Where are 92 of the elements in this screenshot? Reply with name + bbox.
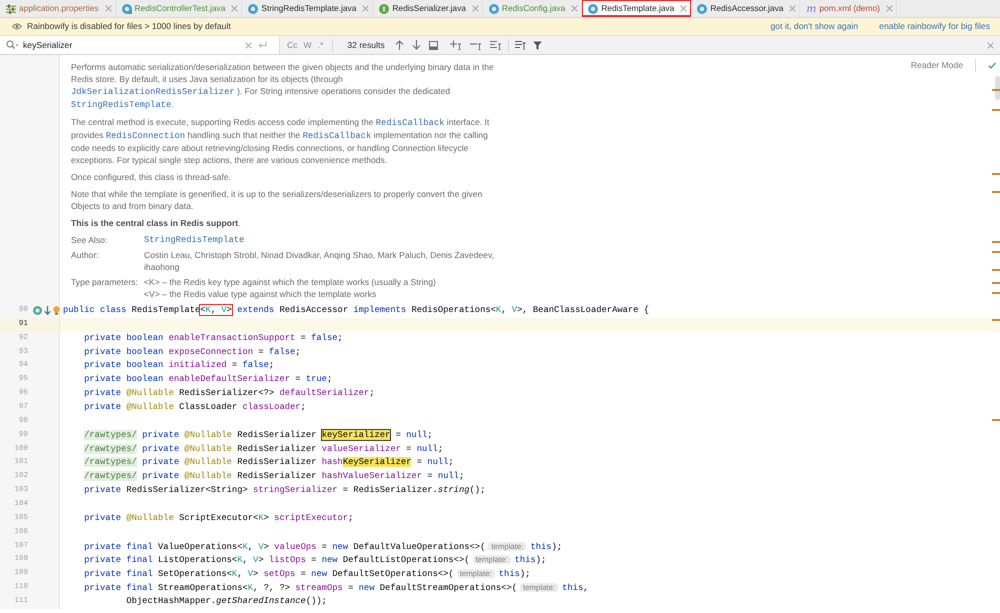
doc-link[interactable]: StringRedisTemplate	[71, 100, 172, 110]
code-line: private RedisSerializer<String> stringSerializer = RedisSerializer.string();	[84, 485, 486, 496]
doc-link[interactable]: RedisCallback	[376, 118, 444, 128]
return-arrow-icon[interactable]	[258, 41, 267, 49]
code-line: private @Nullable ClassLoader classLoader;	[84, 402, 306, 412]
circle-icon[interactable]	[33, 306, 42, 316]
reader-mode-toggle[interactable]: Reader Mode	[910, 60, 963, 71]
doc-link[interactable]: JdkSerializationRedisSerializer	[71, 87, 235, 97]
result-count: 32 results	[347, 40, 385, 50]
doc-tag-value: Costin Leau, Christoph Strobl, Ninad Divadkar, Anqing Shao, Mark Paluch, Denis Zavedeev, ihaohong	[144, 249, 495, 273]
banner-link[interactable]: got it, don't show again	[770, 21, 858, 32]
doc-link[interactable]: RedisConnection	[106, 131, 186, 141]
doc-tag-value: <K> – the Redis key type against which the template works (usually a String)	[144, 276, 436, 288]
scroll-marker	[992, 109, 1000, 111]
doc-link[interactable]: RedisCallback	[302, 131, 372, 141]
doc-paragraph: This is the central class in Redis support.	[71, 217, 242, 229]
scroll-marker	[992, 282, 1000, 284]
search-field[interactable]: keySerializer	[19, 38, 245, 52]
doc-link[interactable]: StringRedisTemplate	[144, 234, 244, 246]
close-icon[interactable]	[789, 5, 796, 12]
code-line: public class RedisTemplate<K, V> extends RedisAccessor implements RedisOperations<K, V>, BeanClassLoaderAware {	[63, 305, 650, 315]
close-icon[interactable]	[680, 5, 688, 12]
clear-icon[interactable]	[245, 42, 252, 48]
circle-icon	[588, 4, 598, 14]
code-line: /rawtypes/ private @Nullable RedisSerializer keySerializer = null;	[84, 430, 433, 440]
circle-icon	[248, 4, 258, 14]
doc-paragraph: Once configured, this class is thread-safe.	[71, 171, 232, 183]
scroll-marker	[992, 173, 1000, 175]
doc-paragraph: Note that while the template is generified, it is up to the serializers/deserializers to properly convert the given Objects to and from binary data.	[71, 188, 484, 212]
scroll-marker	[992, 191, 1000, 193]
banner-link[interactable]: enable rainbowify for big files	[879, 21, 990, 32]
arrow-down-icon[interactable]	[44, 306, 51, 316]
scroll-marker	[992, 251, 1000, 253]
editor-tab[interactable]: RedisAccessor.java	[691, 0, 800, 17]
search-option-button[interactable]: W	[300, 39, 315, 51]
doc-tag-label: Type parameters:	[71, 276, 138, 289]
square-icon[interactable]	[428, 40, 438, 50]
lightbulb-icon[interactable]	[53, 306, 60, 316]
code-line: private boolean initialized = false;	[84, 360, 274, 370]
banner-message: Rainbowify is disabled for files > 1000 lines by default	[27, 21, 231, 32]
circle-icon	[697, 4, 708, 14]
scroll-marker	[992, 89, 1000, 91]
code-line: /rawtypes/ private @Nullable RedisSerializer hashValueSerializer = null;	[84, 471, 464, 482]
close-icon[interactable]	[362, 5, 370, 12]
editor-tab[interactable]: m pom.xml (demo)	[800, 0, 897, 17]
scrollbar-thumb[interactable]	[995, 76, 1000, 100]
code-line: private boolean enableTransactionSupport = false;	[84, 332, 343, 343]
editor-tab[interactable]: RedisTemplate.java	[582, 0, 692, 17]
doc-paragraph: The central method is execute, supporting Redis access code implementing the RedisCallback interface. It provides RedisConnection handling such that neither the RedisCallback implementation nor the calling code needs to explicitly care about retrieving/closing Redis connections, or handling Connection lifecycle exceptions. For typical single step actions, there are various convenience methods.	[71, 116, 490, 166]
close-icon[interactable]	[231, 5, 238, 12]
close-icon[interactable]	[886, 5, 893, 12]
code-line: /rawtypes/ private @Nullable RedisSerializer valueSerializer = null;	[84, 444, 444, 454]
close-icon[interactable]	[104, 5, 112, 12]
code-line: private @Nullable RedisSerializer<?> defaultSerializer;	[84, 388, 374, 398]
doc-paragraph: Performs automatic serialization/deserialization between the given objects and the underlying binary data in the Redis store. By default, it uses Java serialization for its objects (through JdkSerializationRedisSerializer ). For String intensive operations consider the dedicated StringRedisTemplate.	[71, 61, 495, 111]
check-icon	[988, 62, 996, 69]
search-option-button[interactable]: Cc	[284, 39, 301, 51]
plus-caret-icon[interactable]	[450, 40, 462, 50]
editor-tab[interactable]: RedisControllerTest.java	[116, 0, 242, 17]
editor-tab[interactable]: StringRedisTemplate.java	[242, 0, 374, 17]
code-line: private @Nullable ScriptExecutor<K> scriptExecutor;	[84, 512, 354, 523]
scroll-marker	[992, 241, 1000, 243]
sliders-icon	[6, 4, 16, 14]
circle-icon	[122, 4, 132, 14]
circle-icon	[379, 4, 390, 14]
close-icon[interactable]	[987, 42, 994, 48]
doc-tag-value: <V> – the Redis value type against which the template works	[144, 288, 376, 300]
search-icon[interactable]	[6, 40, 19, 50]
code-line: private boolean exposeConnection = false;	[84, 346, 301, 357]
code-line: ObjectHashMapper.getSharedInstance());	[126, 596, 327, 606]
arrow-down-icon[interactable]	[412, 40, 421, 50]
scroll-marker	[992, 269, 1000, 271]
search-box[interactable]: keySerializer	[0, 36, 280, 54]
scroll-marker	[992, 292, 1000, 294]
code-line: private boolean enableDefaultSerializer = true;	[84, 374, 332, 384]
arrow-up-icon[interactable]	[394, 40, 404, 50]
file-type-glyph: m	[806, 4, 816, 14]
doc-tag-label: Author:	[71, 249, 99, 262]
circle-icon	[488, 4, 499, 14]
search-option-button[interactable]: .*	[314, 39, 326, 51]
code-line: /rawtypes/ private @Nullable RedisSerializer hashKeySerializer = null;	[84, 457, 454, 468]
doc-tag-label: See Also:	[71, 234, 108, 246]
scroll-marker	[992, 319, 1000, 321]
text-lines-icon[interactable]	[514, 40, 526, 50]
editor-tab[interactable]: application.properties	[0, 0, 116, 17]
filter-icon[interactable]	[532, 40, 542, 50]
eye-icon	[12, 23, 22, 30]
close-icon[interactable]	[571, 5, 578, 12]
close-icon[interactable]	[472, 5, 479, 12]
lines-caret-icon[interactable]	[490, 40, 502, 50]
editor-tab[interactable]: RedisSerializer.java	[373, 0, 483, 17]
scroll-marker	[992, 419, 1000, 421]
